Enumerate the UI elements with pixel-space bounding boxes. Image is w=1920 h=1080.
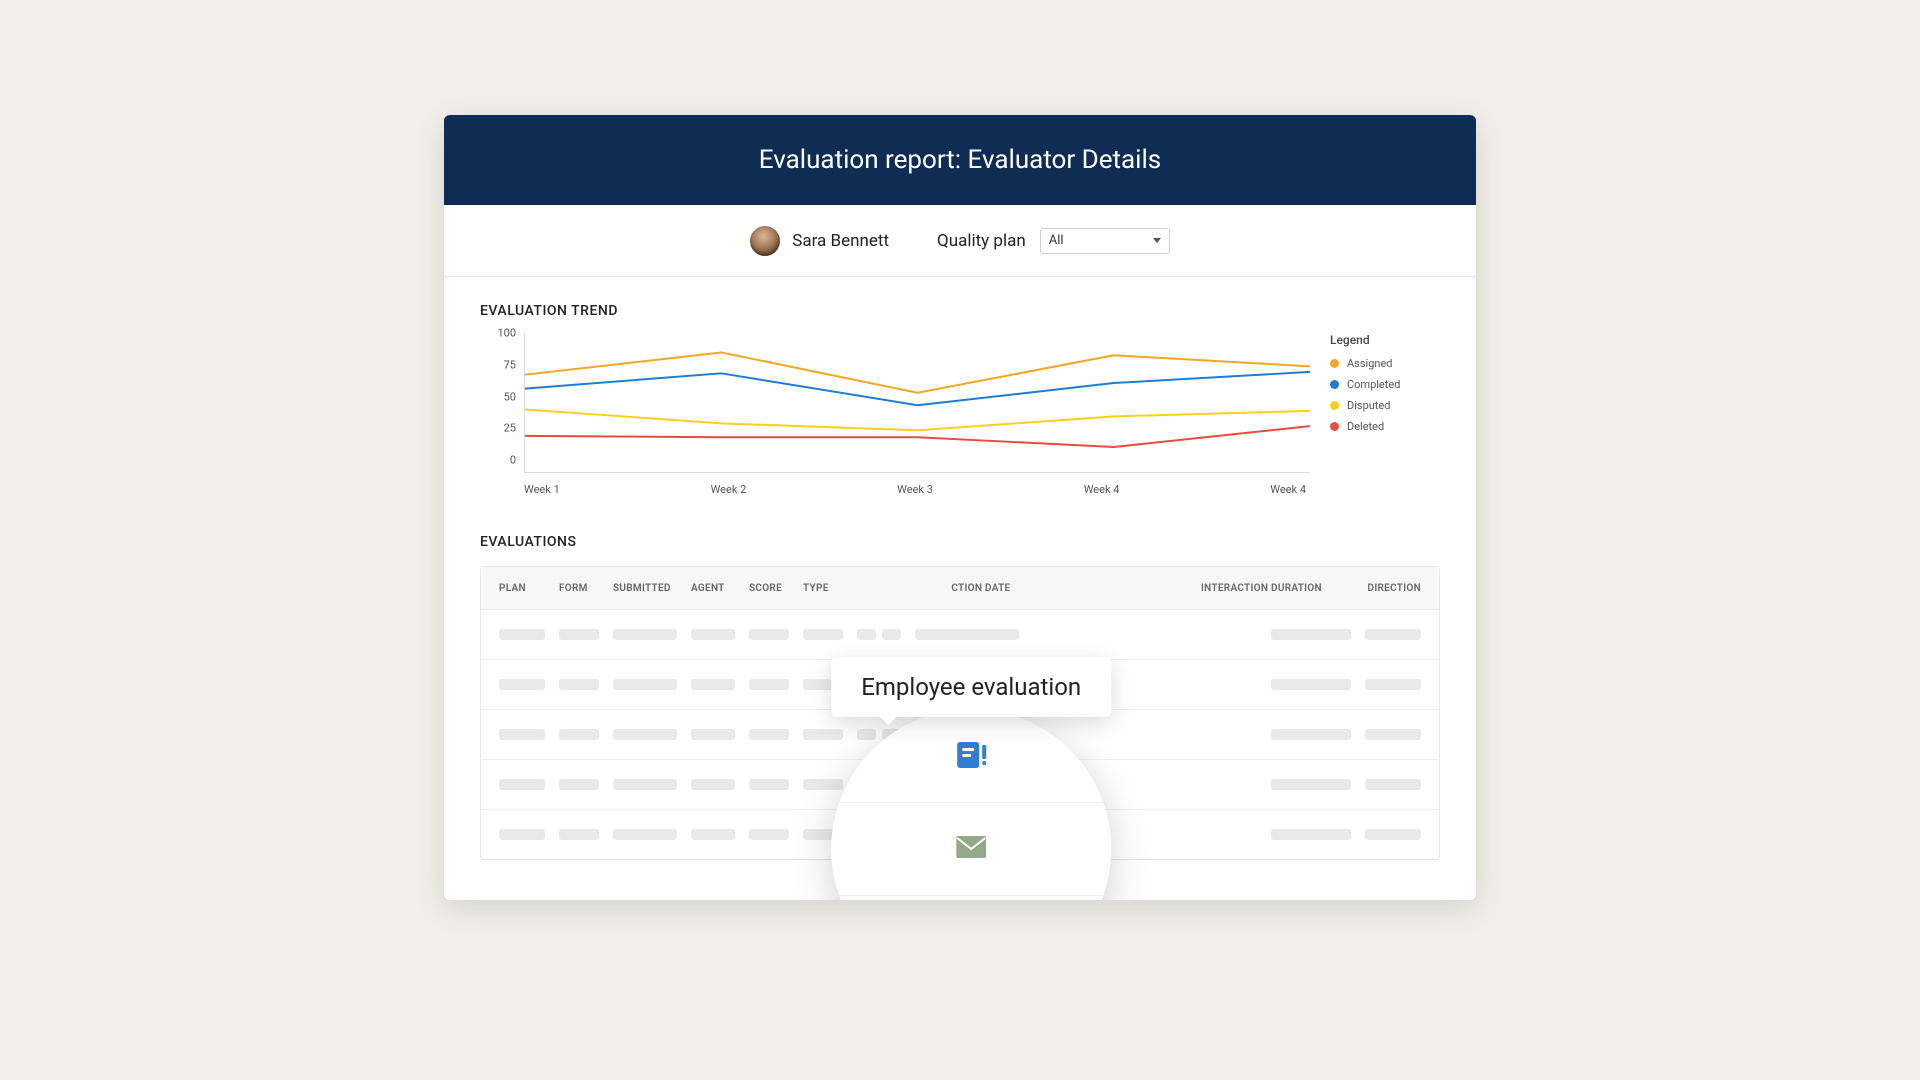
y-tick: 50	[480, 390, 516, 403]
legend-item[interactable]: Completed	[1330, 378, 1440, 391]
legend-dot-icon	[1330, 401, 1339, 410]
col-interaction-duration[interactable]: INTERACTION DURATION	[1201, 583, 1351, 594]
legend-label: Disputed	[1347, 399, 1390, 412]
chart-series-deleted	[525, 426, 1310, 447]
evaluations-section-title: EVALUATIONS	[480, 534, 1440, 550]
legend-dot-icon	[1330, 380, 1339, 389]
y-tick: 100	[480, 327, 516, 340]
form-alert-icon	[957, 742, 986, 768]
col-direction[interactable]: DIRECTION	[1365, 583, 1421, 594]
y-axis: 1007550250	[480, 333, 516, 473]
page-title: Evaluation report: Evaluator Details	[759, 145, 1161, 175]
employee-evaluation-popover: Employee evaluation	[831, 657, 1111, 900]
table-header: PLAN FORM SUBMITTED AGENT SCORE TYPE INT…	[481, 567, 1439, 609]
col-agent[interactable]: AGENT	[691, 583, 735, 594]
col-submitted[interactable]: SUBMITTED	[613, 583, 677, 594]
evaluator-chip[interactable]: Sara Bennett	[750, 226, 889, 256]
col-type[interactable]: TYPE	[803, 583, 843, 594]
x-axis: Week 1 Week 2 Week 3 Week 4 Week 4	[524, 483, 1310, 496]
legend-item[interactable]: Disputed	[1330, 399, 1440, 412]
chart-series-completed	[525, 372, 1310, 405]
legend-dot-icon	[1330, 359, 1339, 368]
y-tick: 25	[480, 422, 516, 435]
chart-section-title: EVALUATION TREND	[480, 303, 1440, 319]
chart-legend: Legend Assigned Completed Disputed Deleted	[1330, 333, 1440, 441]
chevron-down-icon	[1153, 238, 1161, 243]
legend-item[interactable]: Assigned	[1330, 357, 1440, 370]
quality-plan-select[interactable]: All	[1040, 228, 1170, 254]
legend-label: Assigned	[1347, 357, 1393, 370]
card-header: Evaluation report: Evaluator Details	[444, 115, 1476, 205]
legend-label: Completed	[1347, 378, 1400, 391]
popover-row-mail[interactable]	[831, 803, 1111, 897]
quality-plan-filter: Quality plan All	[937, 228, 1170, 254]
col-plan[interactable]: PLAN	[499, 583, 545, 594]
quality-plan-label: Quality plan	[937, 231, 1026, 251]
mail-icon	[956, 836, 986, 862]
popover-circle	[831, 709, 1111, 900]
col-form[interactable]: FORM	[559, 583, 599, 594]
evaluation-trend-chart: 1007550250 Week 1Week 2Week 3Week 4Week …	[480, 333, 1440, 496]
chart-series-disputed	[525, 409, 1310, 430]
table-row[interactable]	[481, 609, 1439, 659]
x-tick: Week 4	[1270, 483, 1306, 496]
filter-bar: Sara Bennett Quality plan All	[444, 205, 1476, 277]
x-tick: Week 3	[897, 483, 933, 496]
legend-item[interactable]: Deleted	[1330, 420, 1440, 433]
x-tick: Week 4	[1084, 483, 1120, 496]
legend-label: Deleted	[1347, 420, 1384, 433]
col-score[interactable]: SCORE	[749, 583, 789, 594]
x-tick: Week 1	[524, 483, 560, 496]
legend-dot-icon	[1330, 422, 1339, 431]
y-tick: 0	[480, 454, 516, 467]
chart-series-assigned	[525, 352, 1310, 392]
popover-label: Employee evaluation	[831, 657, 1111, 717]
x-tick: Week 2	[711, 483, 747, 496]
popover-row-form[interactable]	[831, 709, 1111, 803]
avatar	[750, 226, 780, 256]
y-tick: 75	[480, 358, 516, 371]
evaluator-name: Sara Bennett	[792, 231, 889, 251]
popover-row-chat[interactable]	[831, 896, 1111, 900]
report-card: Evaluation report: Evaluator Details Sar…	[444, 115, 1476, 900]
col-interaction-date[interactable]: INTERACTION DATE	[915, 583, 1035, 594]
chart-plot	[524, 333, 1310, 473]
quality-plan-value: All	[1049, 233, 1064, 248]
legend-title: Legend	[1330, 333, 1440, 347]
